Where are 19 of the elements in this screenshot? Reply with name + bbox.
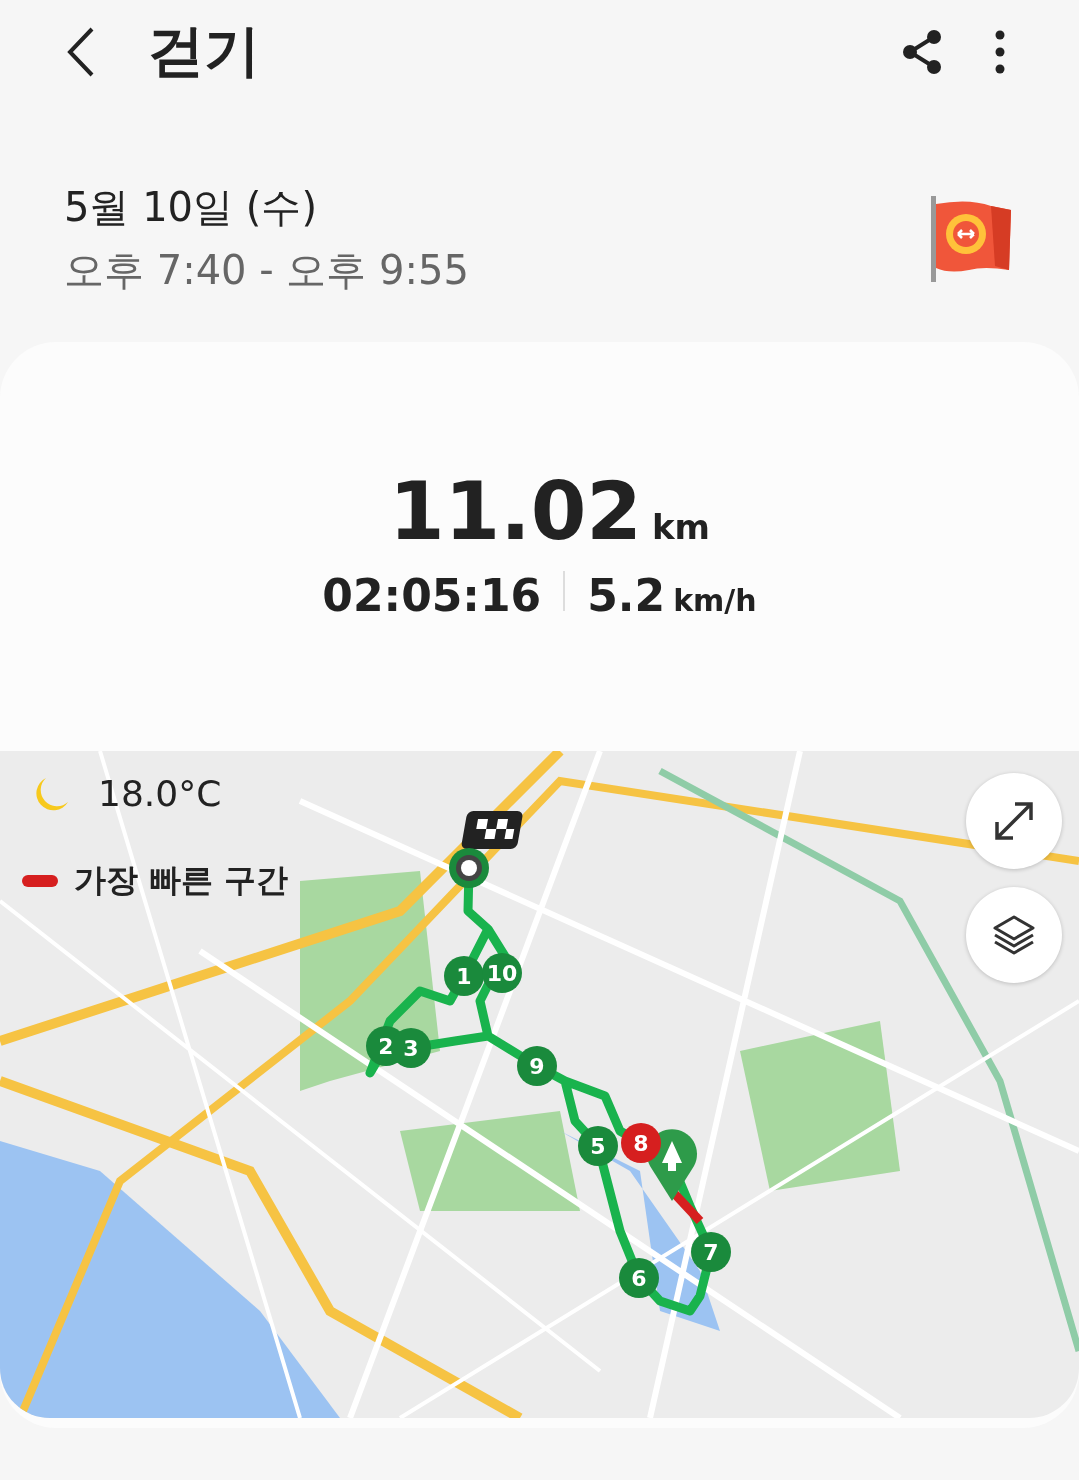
session-time: 오후 7:40 - 오후 9:55 [64,246,469,295]
more-icon[interactable] [995,30,1005,74]
duration-value: 02:05:16 [322,570,542,621]
page-title: 걷기 [148,17,260,85]
share-icon[interactable] [901,29,943,75]
speed-unit: km/h [673,583,757,618]
layers-icon [992,914,1036,956]
fastest-legend-icon [22,875,58,887]
start-marker-icon [449,848,489,888]
flag-icon [929,196,1013,282]
session-date: 5월 10일 (수) [64,183,318,232]
expand-icon [993,800,1035,842]
back-icon[interactable] [66,26,96,78]
speed-value: 5.2 [587,570,666,621]
legend-label: 가장 빠른 구간 [74,860,289,901]
distance-value: 11.02 [388,470,642,554]
temperature: 18.0°C [98,773,222,814]
distance-unit: km [652,507,711,547]
finish-flag-icon [460,811,524,849]
